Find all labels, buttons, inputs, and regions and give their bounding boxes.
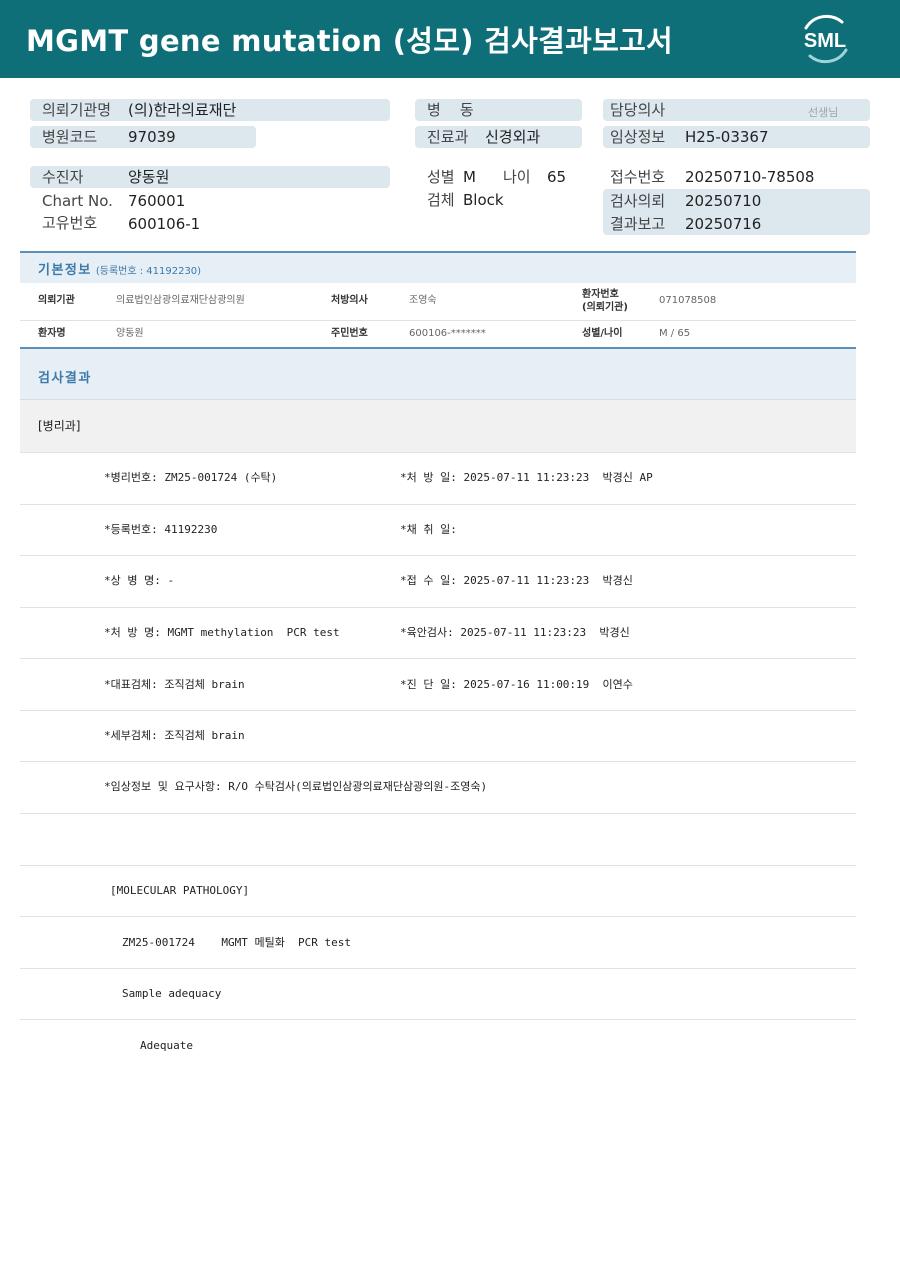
- clinical-info-label: 임상정보: [610, 128, 666, 146]
- result-row-1-right: *채 취 일:: [400, 523, 457, 536]
- sml-logo: SML: [804, 14, 848, 64]
- request-date-label: 검사의뢰: [610, 192, 666, 210]
- bi-patient-no-label-2: (의뢰기관): [582, 302, 628, 313]
- report-header: MGMT gene mutation (성모) 검사결과보고서 SML: [0, 0, 900, 78]
- report-date-label: 결과보고: [610, 215, 666, 233]
- bi-sex-age-value: M / 65: [659, 328, 691, 339]
- doctor-suffix: 선생님: [808, 106, 839, 119]
- results-title: 검사결과: [38, 371, 92, 386]
- bi-patient-name-label: 환자명: [38, 328, 66, 339]
- patient-value: 양동원: [128, 168, 170, 186]
- patient-label: 수진자: [42, 168, 84, 186]
- specimen-value: Block: [463, 191, 504, 209]
- result-row-3-left: *처 방 명: MGMT methylation PCR test: [104, 626, 340, 639]
- row-divider: [20, 658, 856, 659]
- sample-adequacy-value: Adequate: [140, 1039, 193, 1052]
- row-divider: [20, 607, 856, 608]
- result-row-2-left: *상 병 명: -: [104, 574, 175, 587]
- result-row-4-left: *대표검체: 조직검체 brain: [104, 678, 245, 691]
- hospital-code-value: 97039: [128, 128, 176, 146]
- result-row-6-left: *임상정보 및 요구사항: R/O 수탁검사(의료법인삼광의료재단삼광의원-조영…: [104, 780, 488, 793]
- bi-row-divider: [20, 320, 856, 321]
- bi-patient-no-value: 071078508: [659, 295, 717, 306]
- row-divider: [20, 555, 856, 556]
- dept-label: [병리과]: [38, 419, 81, 433]
- unique-id-label: 고유번호: [42, 214, 98, 232]
- specimen-label: 검체: [427, 191, 455, 209]
- molecular-header: [MOLECULAR PATHOLOGY]: [110, 884, 250, 897]
- bi-institution-label: 의뢰기관: [38, 295, 75, 306]
- institution-label: 의뢰기관명: [42, 101, 112, 119]
- row-divider: [20, 813, 856, 814]
- results-bar: [20, 347, 856, 400]
- bi-sex-age-label: 성별/나이: [582, 328, 623, 339]
- chart-value: 760001: [128, 192, 186, 210]
- clinical-info-value: H25-03367: [685, 128, 769, 146]
- bi-prescriber-label: 처방의사: [331, 295, 368, 306]
- bi-resident-no-label: 주민번호: [331, 328, 368, 339]
- sex-value: M: [463, 168, 476, 186]
- bi-resident-no-value: 600106-*******: [409, 328, 486, 339]
- department-label: 진료과: [427, 128, 469, 146]
- result-row-3-right: *육안검사: 2025-07-11 11:23:23 박경신: [400, 626, 630, 639]
- bi-institution-value: 의료법인삼광의료재단삼광의원: [116, 295, 245, 306]
- institution-value: (의)한라의료재단: [128, 101, 237, 119]
- sample-adequacy-label: Sample adequacy: [122, 987, 222, 1000]
- chart-label: Chart No.: [42, 192, 113, 210]
- bi-patient-no-label-1: 환자번호: [582, 289, 619, 300]
- row-divider: [20, 968, 856, 969]
- svg-text:SML: SML: [804, 30, 846, 52]
- doctor-label: 담당의사: [610, 101, 666, 119]
- row-divider: [20, 916, 856, 917]
- age-label: 나이: [503, 168, 531, 186]
- row-divider: [20, 452, 856, 453]
- result-row-2-right: *접 수 일: 2025-07-11 11:23:23 박경신: [400, 574, 633, 587]
- bi-patient-name-value: 양동원: [116, 328, 144, 339]
- request-date-value: 20250710: [685, 192, 762, 210]
- row-divider: [20, 710, 856, 711]
- receipt-label: 접수번호: [610, 168, 666, 186]
- receipt-value: 20250710-78508: [685, 168, 815, 186]
- age-value: 65: [547, 168, 567, 186]
- result-row-0-right: *처 방 일: 2025-07-11 11:23:23 박경신 AP: [400, 471, 653, 484]
- result-row-1-left: *등록번호: 41192230: [104, 523, 218, 536]
- report-date-value: 20250716: [685, 215, 762, 233]
- row-divider: [20, 504, 856, 505]
- result-row-4-right: *진 단 일: 2025-07-16 11:00:19 이연수: [400, 678, 633, 691]
- dept-band: [20, 400, 856, 452]
- unique-id-value: 600106-1: [128, 215, 201, 233]
- bi-prescriber-value: 조영숙: [409, 295, 437, 306]
- row-divider: [20, 1019, 856, 1020]
- basic-info-title: 기본정보 (등록번호 : 41192230): [38, 263, 202, 278]
- department-value: 신경외과: [485, 128, 541, 146]
- report-title: MGMT gene mutation (성모) 검사결과보고서: [26, 24, 674, 58]
- sex-label: 성별: [427, 168, 455, 186]
- ward-label: 병 동: [427, 101, 474, 119]
- result-row-5-left: *세부검체: 조직검체 brain: [104, 729, 245, 742]
- hospital-code-label: 병원코드: [42, 128, 98, 146]
- basic-info-reg-no: (등록번호 : 41192230): [95, 266, 202, 277]
- row-divider: [20, 761, 856, 762]
- patient-row-bg: [30, 166, 390, 188]
- result-row-0-left: *병리번호: ZM25-001724 (수탁): [104, 471, 278, 484]
- row-divider: [20, 865, 856, 866]
- molecular-line: ZM25-001724 MGMT 메틸화 PCR test: [122, 936, 352, 949]
